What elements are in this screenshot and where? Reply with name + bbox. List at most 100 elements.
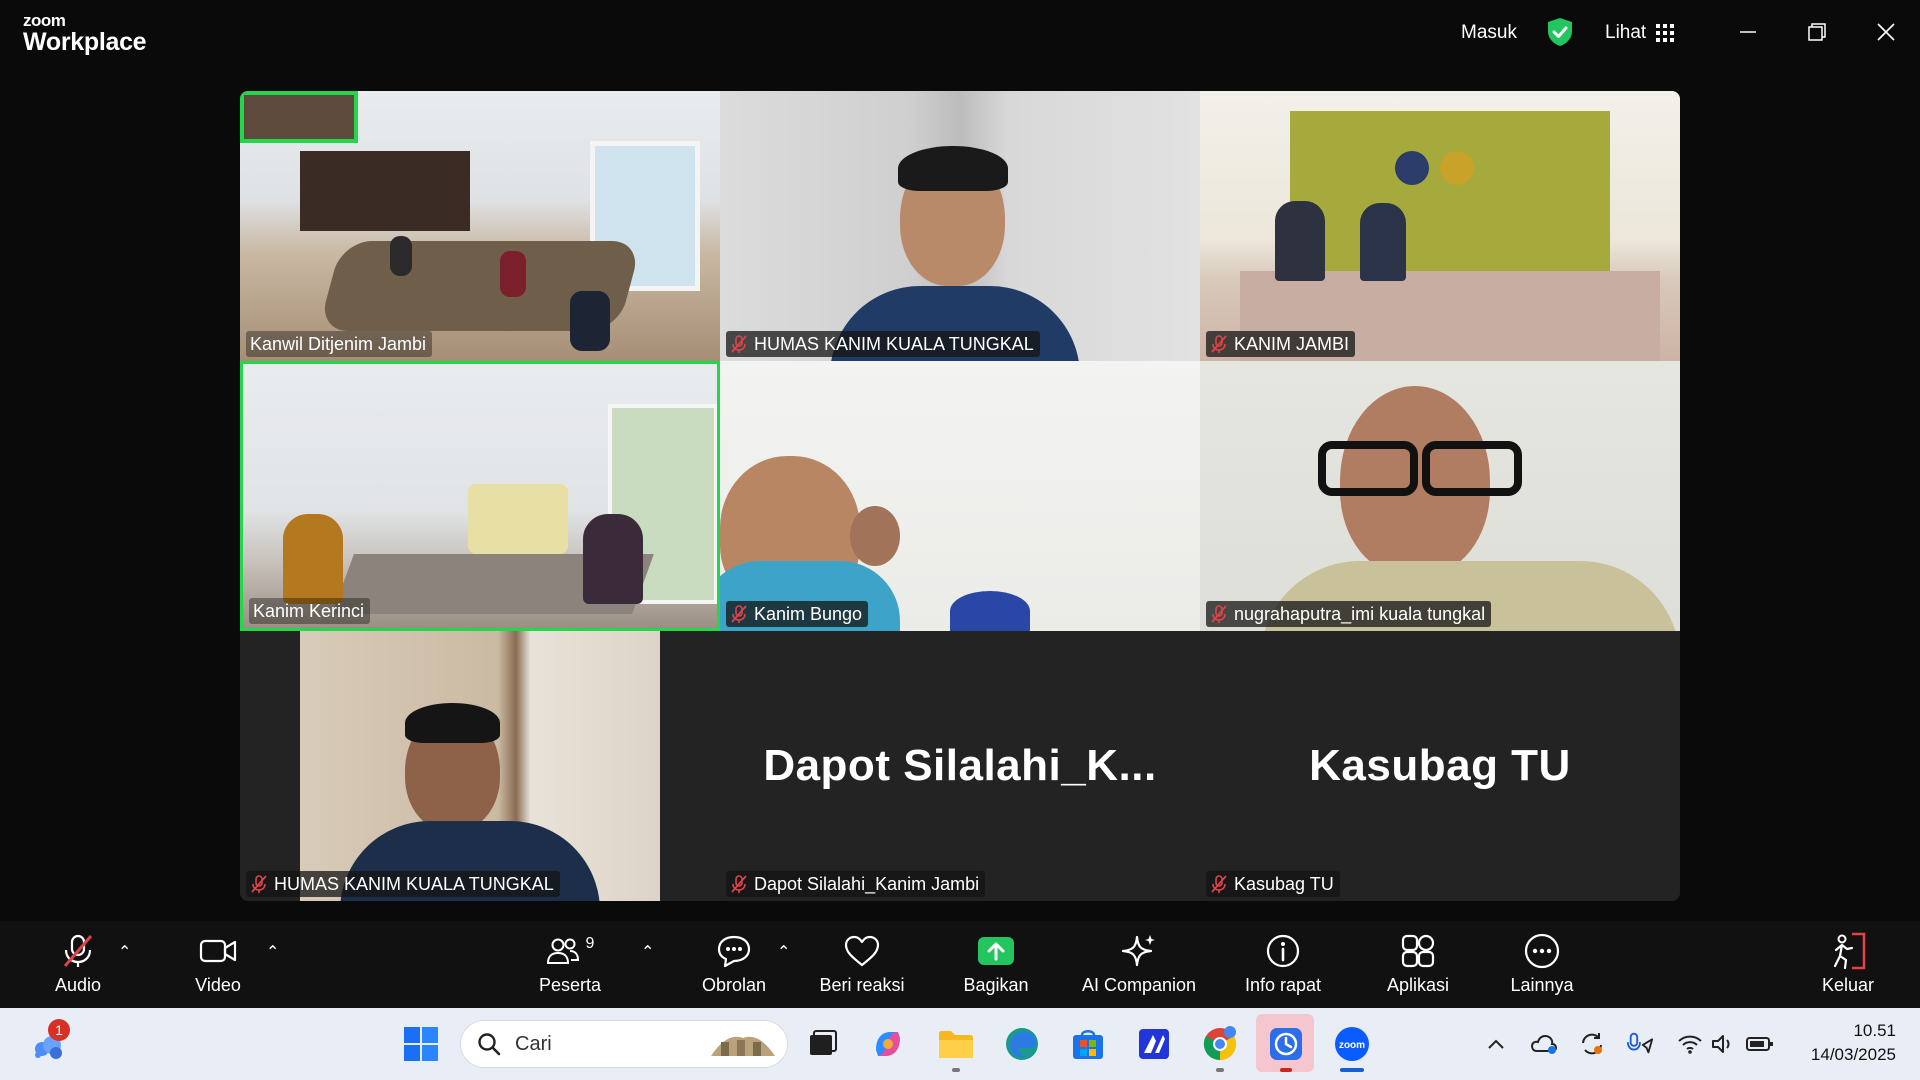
participant-name: HUMAS KANIM KUALA TUNGKAL xyxy=(754,333,1034,354)
chat-button[interactable]: Obrolan xyxy=(696,921,772,1008)
apps-button[interactable]: Aplikasi xyxy=(1376,921,1460,1008)
battery-icon xyxy=(1746,1037,1773,1051)
sign-in-button[interactable]: Masuk xyxy=(1461,0,1517,66)
minimize-button[interactable] xyxy=(1728,14,1768,50)
search-placeholder: Cari xyxy=(515,1032,552,1055)
ai-companion-label: AI Companion xyxy=(1081,975,1197,995)
video-tile[interactable]: HUMAS KANIM KUALA TUNGKAL xyxy=(240,631,720,901)
participant-display-name: Kasubag TU xyxy=(1309,741,1571,790)
audio-button[interactable]: Audio xyxy=(44,921,112,1008)
participant-name-tag: Kanim Bungo xyxy=(726,601,869,627)
mic-muted-icon xyxy=(1211,335,1227,353)
info-icon xyxy=(1266,934,1300,968)
zoom-taskbar-button[interactable]: zoom xyxy=(1330,1022,1374,1066)
start-button[interactable] xyxy=(399,1022,443,1066)
sync-icon xyxy=(1582,1033,1602,1055)
video-tile[interactable]: nugrahaputra_imi kuala tungkal xyxy=(1200,361,1680,631)
participant-name-tag: HUMAS KANIM KUALA TUNGKAL xyxy=(726,331,1040,357)
heart-icon xyxy=(844,935,880,967)
more-label: Lainnya xyxy=(1510,975,1574,995)
video-tile[interactable]: Kanim Bungo xyxy=(720,361,1200,631)
task-view-icon xyxy=(810,1030,837,1055)
chat-icon xyxy=(717,935,751,968)
running-indicator xyxy=(952,1068,960,1072)
running-indicator xyxy=(1216,1068,1224,1072)
share-button[interactable]: Bagikan xyxy=(956,921,1036,1008)
edge-button[interactable] xyxy=(1000,1022,1044,1066)
reactions-label: Beri reaksi xyxy=(819,975,905,995)
taskbar-search[interactable]: Cari xyxy=(460,1020,788,1068)
close-icon xyxy=(1877,23,1895,41)
sparkle-icon xyxy=(1121,935,1155,967)
app-button[interactable] xyxy=(1264,1022,1308,1066)
participant-name: nugrahaputra_imi kuala tungkal xyxy=(1234,603,1486,624)
video-label: Video xyxy=(195,975,241,995)
store-icon xyxy=(1073,1030,1103,1059)
ai-companion-button[interactable]: AI Companion xyxy=(1076,921,1202,1008)
share-screen-icon xyxy=(978,937,1014,965)
leave-icon xyxy=(1833,932,1866,970)
video-tile[interactable]: HUMAS KANIM KUALA TUNGKAL xyxy=(720,91,1200,361)
task-view-button[interactable] xyxy=(800,1022,844,1066)
reactions-button[interactable]: Beri reaksi xyxy=(816,921,908,1008)
audio-options-chevron-icon[interactable]: ⌃ xyxy=(118,942,131,962)
mic-muted-icon xyxy=(1211,875,1227,893)
edge-browser-icon xyxy=(1006,1028,1038,1060)
participant-name: Kanim Bungo xyxy=(754,603,863,624)
video-tile[interactable]: Kanwil Ditjenim Jambi xyxy=(240,91,720,361)
video-tile[interactable]: KANIM JAMBI xyxy=(1200,91,1680,361)
chat-options-chevron-icon[interactable]: ⌃ xyxy=(777,942,790,962)
participant-name: KANIM JAMBI xyxy=(1234,333,1350,354)
tray-battery-button[interactable] xyxy=(1746,1030,1774,1058)
minimize-icon xyxy=(1740,31,1756,33)
show-hidden-icons-button[interactable] xyxy=(1482,1030,1510,1058)
tray-mic-location-button[interactable] xyxy=(1626,1030,1654,1058)
video-tile-active-speaker[interactable]: Kanim Kerinci xyxy=(240,361,720,631)
chrome-button[interactable] xyxy=(1198,1022,1242,1066)
mic-muted-icon xyxy=(731,335,747,353)
apps-icon xyxy=(1401,934,1435,968)
participants-options-chevron-icon[interactable]: ⌃ xyxy=(641,942,654,962)
video-feed xyxy=(1200,361,1680,631)
leave-button[interactable]: Keluar xyxy=(1814,921,1882,1008)
tray-onedrive-button[interactable] xyxy=(1530,1030,1558,1058)
tray-wifi-button[interactable] xyxy=(1676,1030,1704,1058)
restore-button[interactable] xyxy=(1797,14,1837,50)
video-tile-off[interactable]: Kasubag TU Kasubag TU xyxy=(1200,631,1680,901)
tray-sync-button[interactable] xyxy=(1578,1030,1606,1058)
participants-icon xyxy=(546,938,579,964)
participants-button[interactable]: 9 Peserta xyxy=(530,921,610,1008)
folder-icon xyxy=(939,1031,973,1058)
app-icon xyxy=(1139,1029,1169,1059)
more-icon xyxy=(1524,933,1560,969)
close-button[interactable] xyxy=(1866,14,1906,50)
copilot-icon xyxy=(876,1032,900,1056)
participant-name: HUMAS KANIM KUALA TUNGKAL xyxy=(274,873,554,894)
mic-muted-icon xyxy=(731,875,747,893)
video-feed xyxy=(720,361,1200,631)
tray-volume-button[interactable] xyxy=(1708,1030,1736,1058)
logo-small-text: zoom xyxy=(23,11,66,30)
video-feed xyxy=(300,631,660,901)
file-explorer-button[interactable] xyxy=(934,1022,978,1066)
more-button[interactable]: Lainnya xyxy=(1502,921,1582,1008)
shield-check-icon[interactable] xyxy=(1546,17,1574,47)
taskbar-clock[interactable]: 10.51 14/03/2025 xyxy=(1811,1019,1896,1067)
copilot-button[interactable] xyxy=(866,1022,910,1066)
meeting-info-button[interactable]: Info rapat xyxy=(1240,921,1326,1008)
mic-muted-icon xyxy=(63,934,93,967)
running-indicator-active xyxy=(1340,1068,1364,1072)
video-button[interactable]: Video xyxy=(186,921,250,1008)
video-tile-off[interactable]: Dapot Silalahi_K... Dapot Silalahi_Kanim… xyxy=(720,631,1200,901)
video-options-chevron-icon[interactable]: ⌃ xyxy=(266,942,279,962)
microsoft-store-button[interactable] xyxy=(1066,1022,1110,1066)
chat-label: Obrolan xyxy=(701,975,767,995)
view-button[interactable]: Lihat xyxy=(1605,0,1675,66)
video-feed xyxy=(720,91,1200,361)
meeting-info-label: Info rapat xyxy=(1244,975,1322,995)
participant-name-tag: Kanim Kerinci xyxy=(249,598,371,624)
apps-label: Aplikasi xyxy=(1386,975,1450,995)
volume-icon xyxy=(1712,1035,1730,1053)
view-label: Lihat xyxy=(1605,22,1647,43)
app-button[interactable] xyxy=(1132,1022,1176,1066)
